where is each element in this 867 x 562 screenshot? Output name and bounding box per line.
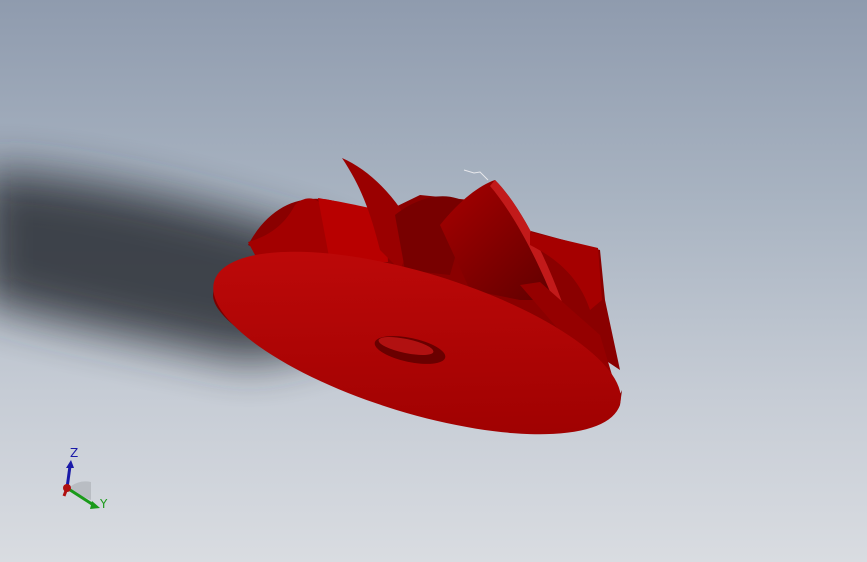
impeller-scene[interactable] <box>0 0 867 562</box>
z-axis-label: Z <box>70 446 78 460</box>
graphics-viewport[interactable]: Z Y <box>0 0 867 562</box>
reference-triad[interactable]: Z Y <box>50 440 120 520</box>
origin-marker-icon <box>463 169 489 181</box>
triad-icon: Z Y <box>62 446 108 511</box>
impeller-model[interactable] <box>194 158 640 472</box>
y-axis-label: Y <box>99 497 108 511</box>
